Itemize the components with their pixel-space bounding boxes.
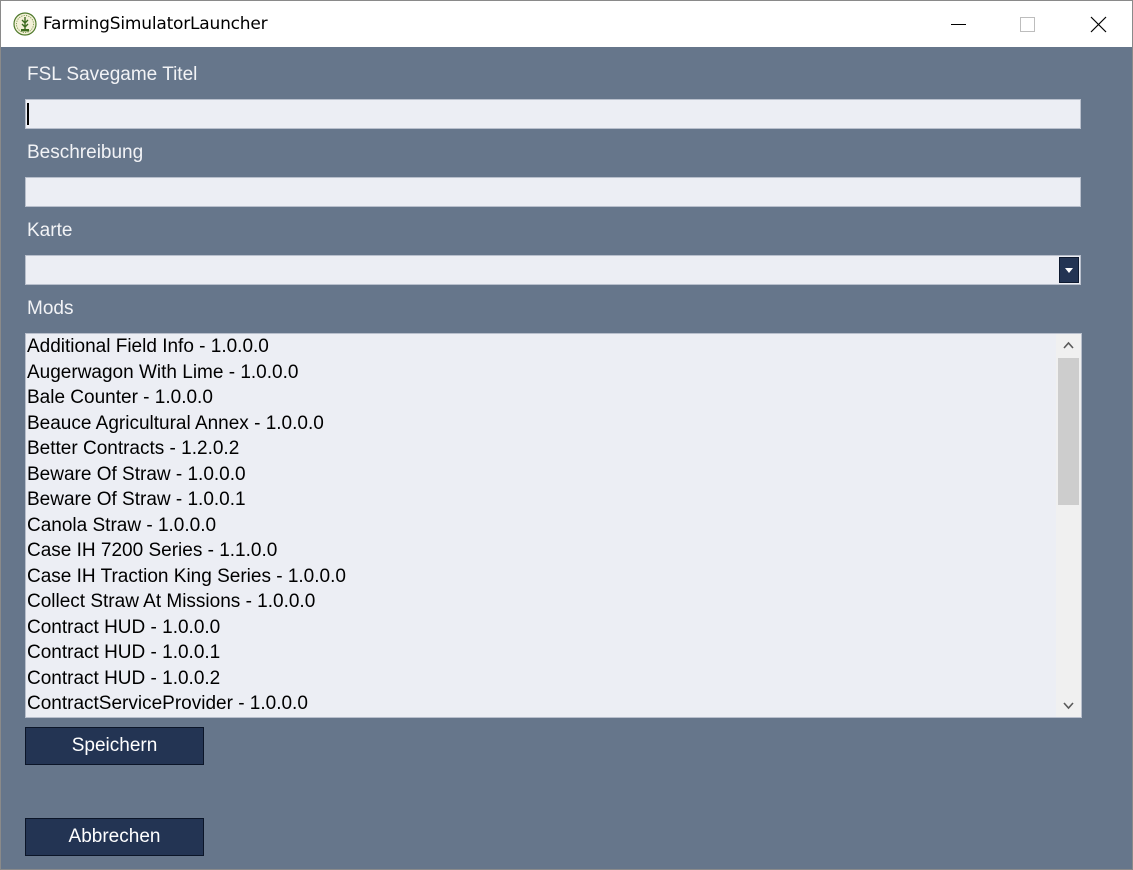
savegame-title-label: FSL Savegame Titel xyxy=(27,64,198,85)
mods-list[interactable]: Additional Field Info - 1.0.0.0 Augerwago… xyxy=(25,333,1082,718)
mod-list-item[interactable]: Collect Straw At Missions - 1.0.0.0 xyxy=(26,589,1056,615)
minimize-icon xyxy=(951,24,966,25)
savegame-title-input[interactable] xyxy=(25,99,1081,129)
mod-list-item[interactable]: Beauce Agricultural Annex - 1.0.0.0 xyxy=(26,411,1056,437)
mod-list-item[interactable]: Additional Field Info - 1.0.0.0 xyxy=(26,334,1056,360)
form-panel: FSL Savegame Titel Beschreibung Karte Mo… xyxy=(1,47,1132,869)
chevron-up-icon xyxy=(1063,341,1074,349)
mods-scrollbar[interactable] xyxy=(1056,334,1081,717)
mod-list-item[interactable]: Beware Of Straw - 1.0.0.0 xyxy=(26,462,1056,488)
close-button[interactable] xyxy=(1074,1,1120,47)
mod-list-item[interactable]: Canola Straw - 1.0.0.0 xyxy=(26,513,1056,539)
map-dropdown-button[interactable] xyxy=(1059,257,1079,283)
map-select[interactable] xyxy=(25,255,1081,285)
mod-list-item[interactable]: Bale Counter - 1.0.0.0 xyxy=(26,385,1056,411)
minimize-button[interactable] xyxy=(935,1,981,47)
mod-list-item[interactable]: Case IH 7200 Series - 1.1.0.0 xyxy=(26,538,1056,564)
fsl-logo-icon xyxy=(13,12,37,36)
save-button[interactable]: Speichern xyxy=(25,727,204,765)
mod-list-item[interactable]: Contract HUD - 1.0.0.2 xyxy=(26,666,1056,692)
mod-list-item[interactable]: Augerwagon With Lime - 1.0.0.0 xyxy=(26,360,1056,386)
mod-list-item[interactable]: Case IH Traction King Series - 1.0.0.0 xyxy=(26,564,1056,590)
mod-list-item[interactable]: ContractServiceProvider - 1.0.0.0 xyxy=(26,691,1056,717)
text-caret xyxy=(27,103,29,125)
description-label: Beschreibung xyxy=(27,142,144,163)
title-bar[interactable]: FarmingSimulatorLauncher xyxy=(1,1,1132,47)
maximize-button[interactable] xyxy=(1004,1,1050,47)
scroll-thumb[interactable] xyxy=(1058,358,1079,505)
cancel-button[interactable]: Abbrechen xyxy=(25,818,204,856)
window-title: FarmingSimulatorLauncher xyxy=(43,14,268,34)
scroll-up-button[interactable] xyxy=(1056,334,1081,356)
mods-list-items: Additional Field Info - 1.0.0.0 Augerwago… xyxy=(26,334,1056,717)
scroll-down-button[interactable] xyxy=(1056,695,1081,717)
chevron-down-icon xyxy=(1065,268,1073,273)
mods-label: Mods xyxy=(27,298,74,319)
mod-list-item[interactable]: Beware Of Straw - 1.0.0.1 xyxy=(26,487,1056,513)
mod-list-item[interactable]: Contract HUD - 1.0.0.1 xyxy=(26,640,1056,666)
mod-list-item[interactable]: Contract HUD - 1.0.0.0 xyxy=(26,615,1056,641)
chevron-down-icon xyxy=(1063,702,1074,710)
map-label: Karte xyxy=(27,220,73,241)
maximize-icon xyxy=(1020,17,1035,32)
close-icon xyxy=(1090,16,1107,33)
app-window: FarmingSimulatorLauncher FSL Savegame Ti… xyxy=(0,0,1133,870)
mod-list-item[interactable]: Better Contracts - 1.2.0.2 xyxy=(26,436,1056,462)
description-input[interactable] xyxy=(25,177,1081,207)
